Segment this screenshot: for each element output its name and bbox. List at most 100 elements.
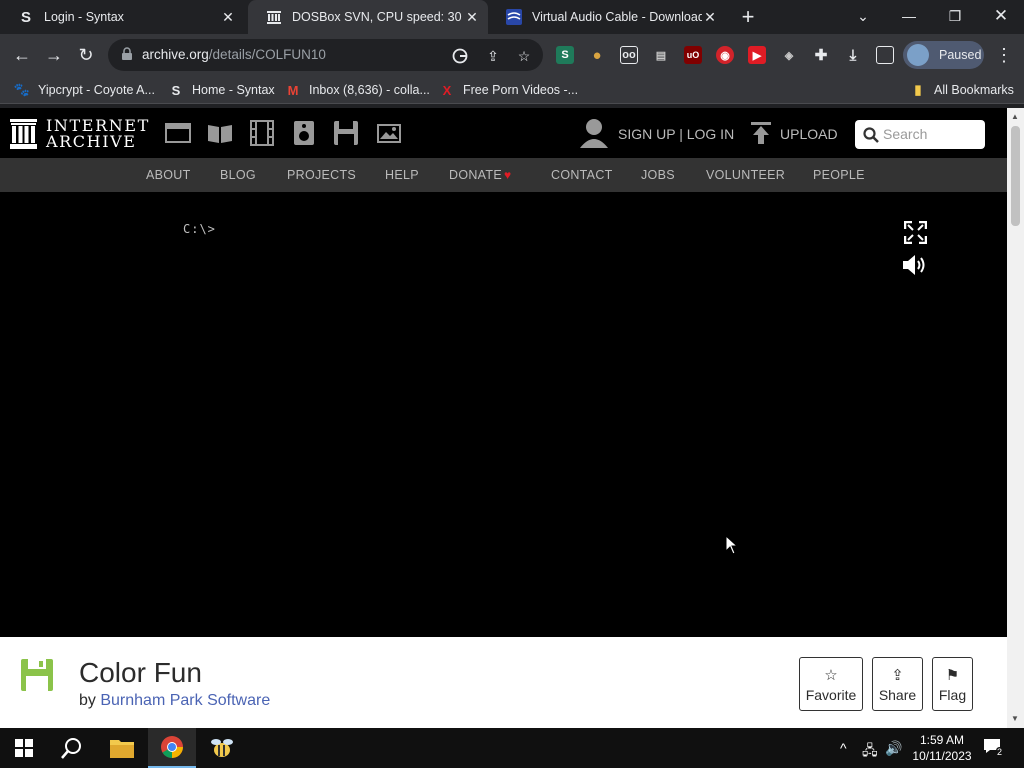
favorite-button[interactable]: ☆ Favorite: [799, 657, 863, 711]
start-button[interactable]: [0, 728, 48, 768]
item-title: Color Fun: [79, 657, 202, 688]
tab-title: DOSBox SVN, CPU speed: 3000 c: [292, 10, 462, 24]
nav-about[interactable]: ABOUT: [146, 168, 191, 182]
chrome-icon: [161, 736, 183, 758]
close-icon[interactable]: ✕: [702, 9, 718, 25]
bookmark-item[interactable]: X Free Porn Videos -...: [439, 81, 578, 99]
tab-virtual-audio-cable[interactable]: Virtual Audio Cable - Downloads ✕: [488, 0, 726, 34]
all-bookmarks-label: All Bookmarks: [934, 83, 1014, 97]
menu-kebab-icon[interactable]: ⋮: [990, 41, 1018, 69]
scroll-thumb[interactable]: [1011, 126, 1020, 226]
upload-link[interactable]: UPLOAD: [780, 126, 838, 142]
syntax-s-icon: S: [171, 82, 181, 98]
notification-count: 2: [996, 747, 1004, 757]
window-close-icon[interactable]: ✕: [978, 0, 1024, 32]
nav-help[interactable]: HELP: [385, 168, 419, 182]
tab-dosbox[interactable]: DOSBox SVN, CPU speed: 3000 c ✕: [248, 0, 488, 34]
url-text[interactable]: archive.org/details/COLFUN10: [142, 47, 326, 62]
system-clock[interactable]: 1:59 AM 10/11/2023: [908, 732, 976, 764]
chrome-taskbar-button[interactable]: [148, 728, 196, 768]
reload-icon[interactable]: ↻: [72, 41, 100, 69]
network-icon[interactable]: 🖧: [862, 740, 878, 764]
logo-line-2: ARCHIVE: [46, 132, 137, 151]
nav-jobs[interactable]: JOBS: [641, 168, 675, 182]
google-lens-icon[interactable]: [451, 47, 469, 65]
notification-center-button[interactable]: 2: [983, 738, 1004, 757]
byline-prefix: by: [79, 692, 96, 709]
extensions-puzzle-icon[interactable]: ✚: [812, 46, 830, 64]
archive-icon: [266, 9, 282, 25]
bookmark-item[interactable]: S Home - Syntax: [168, 81, 275, 99]
restore-icon[interactable]: ❐: [932, 0, 978, 32]
search-icon: [863, 127, 879, 143]
nav-people[interactable]: PEOPLE: [813, 168, 865, 182]
profile-button[interactable]: Paused: [903, 41, 984, 69]
close-icon[interactable]: ✕: [220, 9, 236, 25]
download-icon[interactable]: ⤓: [844, 46, 862, 64]
scroll-down-icon[interactable]: ▼: [1011, 714, 1019, 723]
eyes-extension-icon[interactable]: oo: [620, 46, 638, 64]
app-taskbar-button[interactable]: [198, 728, 246, 768]
x-icon: X: [442, 82, 452, 98]
syntax-extension-icon[interactable]: S: [556, 46, 574, 64]
tab-title: Virtual Audio Cable - Downloads: [532, 10, 702, 24]
back-icon[interactable]: ←: [8, 41, 36, 69]
volume-icon[interactable]: [902, 254, 929, 276]
search-icon: [61, 738, 81, 759]
tabs-extension-icon[interactable]: ▤: [652, 46, 670, 64]
share-icon: ⇪: [891, 666, 904, 684]
share-button[interactable]: ⇪ Share: [872, 657, 923, 711]
nav-donate[interactable]: DONATE: [449, 168, 502, 182]
volume-icon[interactable]: 🔊: [885, 740, 902, 757]
texts-icon[interactable]: [207, 120, 233, 146]
flag-button[interactable]: ⚑ Flag: [932, 657, 973, 711]
favorite-label: Favorite: [805, 686, 857, 703]
bookmark-item[interactable]: M Inbox (8,636) - colla...: [285, 81, 430, 99]
ia-logo[interactable]: INTERNET ARCHIVE: [10, 118, 150, 150]
video-icon[interactable]: [249, 120, 275, 146]
user-icon[interactable]: [580, 118, 608, 148]
ublock-extension-icon[interactable]: uO: [684, 46, 702, 64]
tab-login-syntax[interactable]: S Login - Syntax ✕: [0, 0, 244, 34]
scroll-up-icon[interactable]: ▲: [1011, 112, 1019, 121]
nav-projects[interactable]: PROJECTS: [287, 168, 356, 182]
all-bookmarks[interactable]: ▮ All Bookmarks: [910, 81, 1014, 99]
share-icon[interactable]: ⇪: [484, 47, 502, 65]
audio-icon[interactable]: [291, 120, 317, 146]
signup-login-link[interactable]: SIGN UP | LOG IN: [618, 126, 734, 142]
red-extension-icon[interactable]: ◉: [716, 46, 734, 64]
tray-chevron-icon[interactable]: ^: [840, 740, 847, 756]
bookmark-label: Free Porn Videos -...: [463, 83, 579, 97]
forward-icon[interactable]: →: [40, 41, 68, 69]
share-label: Share: [878, 686, 917, 703]
tab-search-icon[interactable]: ⌄: [840, 0, 886, 32]
minimize-icon[interactable]: —: [886, 0, 932, 32]
dos-emulator-screen[interactable]: C:\>: [0, 192, 1007, 637]
web-icon[interactable]: [165, 120, 191, 146]
fullscreen-icon[interactable]: [904, 221, 927, 244]
software-icon[interactable]: [333, 120, 359, 146]
new-tab-button[interactable]: +: [734, 0, 762, 34]
bookmark-item[interactable]: 🐾 Yipcrypt - Coyote A...: [14, 81, 155, 99]
site-info-icon[interactable]: [120, 47, 134, 61]
bookmarks-bar: 🐾 Yipcrypt - Coyote A... S Home - Syntax…: [0, 76, 1024, 104]
address-bar[interactable]: archive.org/details/COLFUN10 ⇪ ☆: [108, 39, 543, 71]
youtube-extension-icon[interactable]: ▶: [748, 46, 766, 64]
page-scrollbar[interactable]: ▲ ▼: [1007, 108, 1024, 728]
search-input[interactable]: Search: [855, 120, 985, 149]
nav-blog[interactable]: BLOG: [220, 168, 256, 182]
file-explorer-button[interactable]: [98, 728, 146, 768]
game-extension-icon[interactable]: ◈: [780, 46, 798, 64]
clock-time: 1:59 AM: [919, 733, 965, 747]
close-icon[interactable]: ✕: [464, 9, 480, 25]
bookmark-star-icon[interactable]: ☆: [515, 47, 533, 65]
nav-volunteer[interactable]: VOLUNTEER: [706, 168, 785, 182]
upload-icon[interactable]: [751, 122, 771, 144]
side-panel-icon[interactable]: [876, 46, 894, 64]
nav-contact[interactable]: CONTACT: [551, 168, 613, 182]
search-button[interactable]: [48, 728, 96, 768]
cookie-extension-icon[interactable]: ●: [588, 46, 606, 64]
author-link[interactable]: Burnham Park Software: [100, 692, 270, 709]
profile-status: Paused: [939, 48, 982, 62]
images-icon[interactable]: [375, 120, 401, 146]
